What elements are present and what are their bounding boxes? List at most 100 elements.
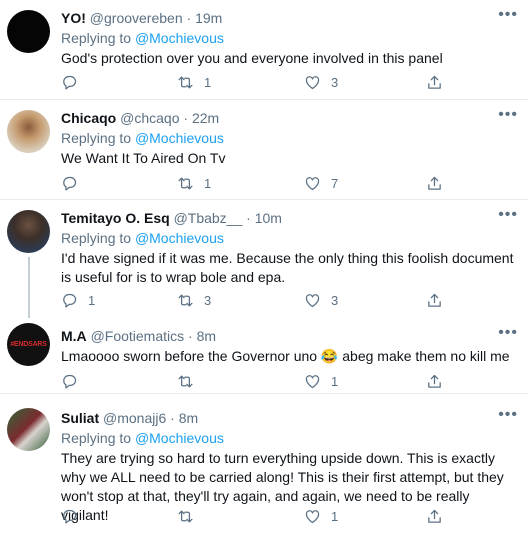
action-bar: 1 [61, 371, 461, 391]
avatar[interactable] [7, 408, 50, 451]
heart-icon [305, 176, 320, 190]
like-button[interactable]: 1 [304, 506, 338, 526]
retweet-button[interactable]: 1 [177, 72, 211, 92]
retweet-button[interactable]: 1 [177, 173, 211, 193]
share-icon [428, 374, 441, 388]
tweet-header: Chicaqo @chcaqo · 22m [61, 108, 516, 128]
share-button[interactable] [426, 173, 443, 193]
retweet-button[interactable] [177, 371, 204, 391]
reply-icon [63, 75, 77, 90]
replying-to: Replying to @Mochievous [61, 428, 516, 448]
tweet-text: We Want It To Aired On Tv [61, 150, 226, 166]
reply-button[interactable] [61, 371, 88, 391]
like-button[interactable]: 3 [304, 290, 338, 310]
author-handle[interactable]: @Footiematics [91, 328, 185, 344]
retweet-count: 1 [204, 74, 212, 90]
more-options-icon[interactable]: ••• [498, 325, 518, 341]
share-icon [428, 293, 441, 307]
author-handle[interactable]: @chcaqo [120, 110, 179, 126]
tweet-text: God's protection over you and everyone i… [61, 50, 443, 66]
heart-icon [305, 374, 320, 388]
action-bar: 1 7 [61, 173, 461, 193]
heart-icon [305, 509, 320, 523]
replying-to: Replying to @Mochievous [61, 128, 516, 148]
share-icon [428, 509, 441, 523]
replying-to-label: Replying to [61, 130, 132, 146]
replying-to-label: Replying to [61, 30, 132, 46]
retweet-button[interactable]: 3 [177, 290, 211, 310]
replying-to-label: Replying to [61, 430, 132, 446]
reply-button[interactable] [61, 173, 88, 193]
share-button[interactable] [426, 72, 443, 92]
reply-button[interactable]: 1 [61, 290, 95, 310]
share-button[interactable] [426, 371, 443, 391]
retweet-count: 3 [204, 292, 212, 308]
reply-button[interactable] [61, 72, 88, 92]
heart-icon [305, 293, 320, 307]
retweet-icon [178, 375, 193, 387]
avatar-endsars-text: #ENDSARS [10, 341, 47, 348]
tweet[interactable]: YO! @groovereben · 19m ••• Replying to @… [0, 0, 528, 100]
share-button[interactable] [426, 506, 443, 526]
timestamp[interactable]: 10m [255, 210, 282, 226]
timestamp[interactable]: 8m [197, 328, 216, 344]
replying-to-label: Replying to [61, 230, 132, 246]
like-button[interactable]: 1 [304, 371, 338, 391]
like-count: 3 [331, 74, 339, 90]
separator-dot: · [170, 410, 175, 426]
retweet-icon [178, 177, 193, 189]
timestamp[interactable]: 8m [179, 410, 198, 426]
like-button[interactable]: 7 [304, 173, 338, 193]
replying-to-mention[interactable]: @Mochievous [135, 230, 224, 246]
author-name[interactable]: Temitayo O. Esq [61, 210, 170, 226]
author-name[interactable]: Chicaqo [61, 110, 116, 126]
avatar[interactable] [7, 110, 50, 153]
tweet[interactable]: Temitayo O. Esq @Tbabz__ · 10m ••• Reply… [0, 200, 528, 318]
timestamp[interactable]: 22m [192, 110, 219, 126]
share-button[interactable] [426, 290, 443, 310]
tweet-header: YO! @groovereben · 19m [61, 8, 516, 28]
tweet[interactable]: Chicaqo @chcaqo · 22m ••• Replying to @M… [0, 100, 528, 200]
action-bar: 1 3 3 [61, 290, 461, 310]
more-options-icon[interactable]: ••• [498, 107, 518, 123]
author-handle[interactable]: @Tbabz__ [174, 210, 243, 226]
avatar[interactable] [7, 210, 50, 253]
retweet-icon [178, 510, 193, 522]
action-bar: 1 [61, 506, 461, 526]
action-bar: 1 3 [61, 72, 461, 92]
like-count: 3 [331, 292, 339, 308]
replying-to-mention[interactable]: @Mochievous [135, 130, 224, 146]
like-button[interactable]: 3 [304, 72, 338, 92]
avatar[interactable] [7, 10, 50, 53]
author-handle[interactable]: @groovereben [90, 10, 183, 26]
like-count: 7 [331, 175, 339, 191]
reply-icon [63, 293, 77, 308]
reply-count: 1 [88, 292, 96, 308]
separator-dot: · [188, 328, 193, 344]
author-handle[interactable]: @monajj6 [103, 410, 166, 426]
separator-dot: · [186, 10, 192, 26]
reply-icon [63, 374, 77, 389]
more-options-icon[interactable]: ••• [498, 407, 518, 423]
timestamp[interactable]: 19m [195, 10, 222, 26]
retweet-count: 1 [204, 175, 212, 191]
replying-to: Replying to @Mochievous [61, 28, 516, 48]
reply-feed: YO! @groovereben · 19m ••• Replying to @… [0, 0, 528, 534]
reply-icon [63, 509, 77, 524]
author-name[interactable]: Suliat [61, 410, 99, 426]
author-name[interactable]: M.A [61, 328, 87, 344]
more-options-icon[interactable]: ••• [498, 7, 518, 23]
author-name[interactable]: YO! [61, 10, 86, 26]
separator-dot: · [246, 210, 251, 226]
replying-to-mention[interactable]: @Mochievous [135, 30, 224, 46]
tweet[interactable]: #ENDSARS M.A @Footiematics · 8m ••• Lmao… [0, 318, 528, 394]
avatar[interactable]: #ENDSARS [7, 323, 50, 366]
retweet-button[interactable] [177, 506, 204, 526]
replying-to-mention[interactable]: @Mochievous [135, 430, 224, 446]
share-icon [428, 176, 441, 190]
retweet-icon [178, 294, 193, 306]
reply-button[interactable] [61, 506, 88, 526]
share-icon [428, 75, 441, 89]
tweet[interactable]: Suliat @monajj6 · 8m ••• Replying to @Mo… [0, 394, 528, 534]
more-options-icon[interactable]: ••• [498, 207, 518, 223]
